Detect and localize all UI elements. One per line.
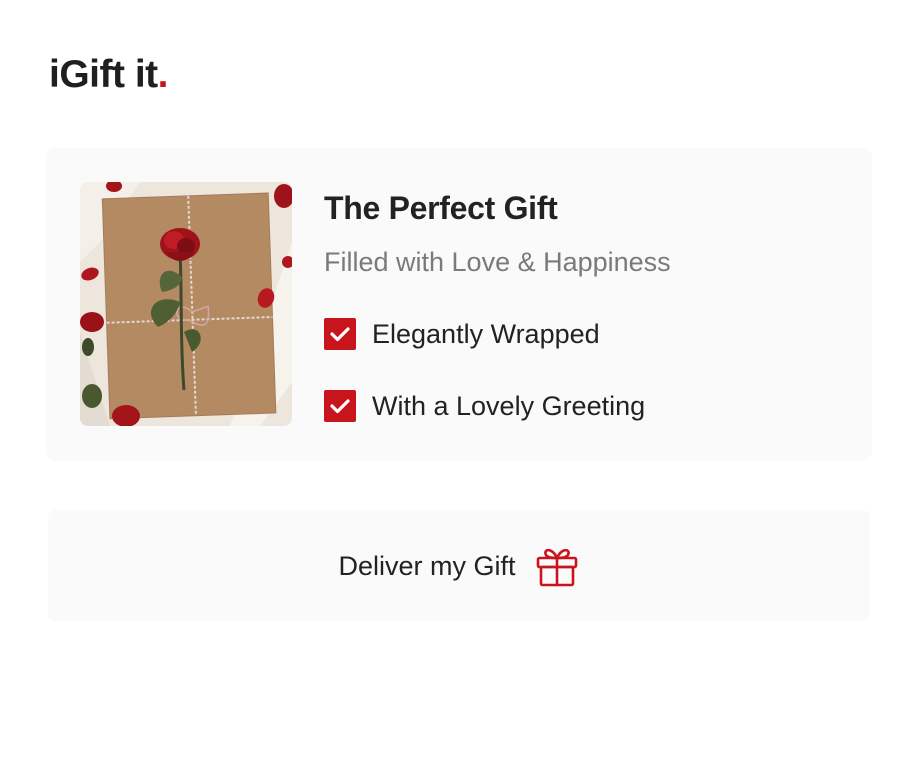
deliver-button-label: Deliver my Gift — [338, 550, 516, 581]
checkbox-greeting[interactable] — [324, 390, 356, 422]
feature-label-greeting: With a Lovely Greeting — [372, 391, 646, 421]
logo-dot: . — [157, 53, 169, 96]
gift-icon — [534, 543, 580, 589]
feature-item-wrapped: Elegantly Wrapped — [324, 318, 600, 350]
app-logo: iGift it. — [49, 52, 169, 98]
feature-label-wrapped: Elegantly Wrapped — [372, 319, 600, 349]
product-card: The Perfect Gift Filled with Love & Happ… — [46, 148, 872, 461]
product-subtitle: Filled with Love & Happiness — [324, 247, 671, 277]
feature-item-greeting: With a Lovely Greeting — [324, 390, 645, 422]
check-icon — [330, 399, 350, 414]
product-image — [80, 182, 292, 426]
check-icon — [330, 327, 350, 342]
logo-text: iGift it — [49, 53, 158, 96]
deliver-gift-button[interactable]: Deliver my Gift — [48, 510, 870, 621]
checkbox-wrapped[interactable] — [324, 318, 356, 350]
product-title: The Perfect Gift — [324, 190, 558, 226]
